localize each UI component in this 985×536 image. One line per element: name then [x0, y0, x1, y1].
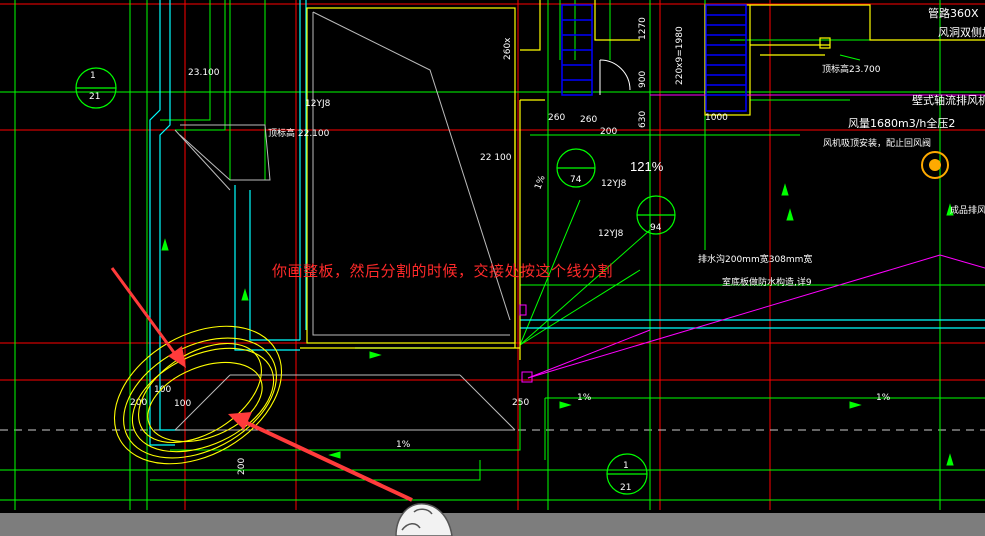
ref-12yj8c: 12YJ8: [598, 229, 624, 239]
dim-260x: 260x: [503, 37, 513, 60]
drain-note2: 室底板做防水构造,详9: [722, 276, 812, 288]
user-avatar-icon[interactable]: [388, 498, 460, 536]
dim-900: 900: [638, 71, 648, 88]
dim-200c: 200: [237, 458, 247, 475]
dim-220: 220x9=1980: [675, 26, 685, 85]
dim-250: 250: [512, 398, 529, 408]
ref-12yj8: 12YJ8: [601, 179, 627, 189]
side-note-4: 成品排风口: [950, 204, 985, 216]
slope-1: 1%: [577, 393, 592, 403]
flow-arrows: [161, 183, 954, 466]
note-360: 管路360X: [928, 6, 979, 20]
slope-3: 1%: [396, 440, 411, 450]
note-23y: 23.100: [188, 68, 220, 78]
dim-200: 200: [600, 127, 617, 137]
door-swing: [599, 59, 631, 95]
dim-1270: 1270: [638, 17, 648, 40]
circ-74: 74: [570, 175, 582, 185]
zoom-level: 121%: [630, 159, 664, 174]
side-note-2: 风机吸顶安装，配止回风阀: [823, 137, 931, 149]
cad-text: 260 200 1000 260 1270 900 630 220x9=1980…: [89, 6, 985, 493]
circ-94: 94: [650, 223, 662, 233]
dim-100b: 100: [174, 399, 191, 409]
side-note-1: 壁式轴流排风机: [912, 93, 985, 107]
ref-12yj8b: 12YJ8: [305, 99, 331, 109]
yellow-room: [300, 0, 985, 360]
slope-4: 1%: [533, 174, 547, 191]
dim-1000: 1000: [705, 113, 728, 123]
dim-22100: 22 100: [480, 153, 512, 163]
room-diagonals: [174, 11, 516, 431]
drain-note: 排水沟200mm宽308mm宽: [698, 253, 812, 265]
dim-200b: 200: [130, 398, 147, 408]
note-1680: 风量1680m3/h全压2: [848, 116, 955, 130]
dim-260: 260: [548, 113, 565, 123]
dim-630: 630: [638, 111, 648, 128]
dim-100: 100: [154, 385, 171, 395]
red-arrow-top: [110, 267, 186, 368]
annotation-text: 你画整板，然后分割的时候，交接处按这个线分割: [272, 262, 614, 280]
bottom-toolbar: [0, 513, 985, 536]
side-note-3: 风洞双侧加: [938, 26, 985, 39]
circ-21-bottom2: 21: [620, 483, 631, 493]
axis-lines: [0, 0, 985, 510]
circ-1-bottom: 1: [623, 461, 629, 471]
vent-icon: [921, 151, 949, 179]
note-23700: 顶标高23.700: [822, 63, 881, 75]
red-arrow-bottom: [228, 412, 413, 502]
note-22t: 顶标高 22.100: [268, 127, 330, 139]
dim-260b: 260: [580, 115, 597, 125]
circ-21-top: 1: [90, 71, 96, 81]
circ-21-bottom: 21: [89, 92, 100, 102]
green-lines: [0, 0, 985, 510]
slope-2: 1%: [876, 393, 891, 403]
yellow-scribble: [113, 325, 283, 465]
